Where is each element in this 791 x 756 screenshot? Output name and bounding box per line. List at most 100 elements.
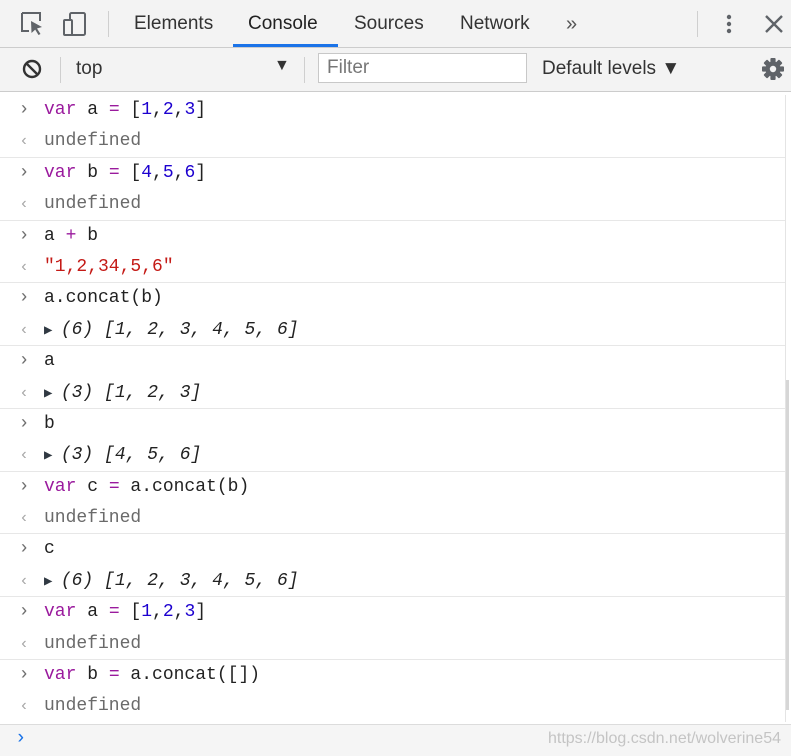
code-token: ] <box>287 319 299 340</box>
code-token: var <box>44 602 77 623</box>
code-token: = <box>108 665 120 686</box>
code-token: 4 <box>141 162 153 183</box>
code-token: , <box>158 382 180 403</box>
code-token: , <box>255 570 277 591</box>
input-prompt-icon: › <box>18 351 30 372</box>
toolbar-divider <box>60 57 61 83</box>
code-token: 6 <box>184 162 196 183</box>
console-input-row: › var a = [1,2,3] <box>0 95 785 126</box>
tab-sources[interactable]: Sources <box>354 0 424 47</box>
code-token: a.concat(b) <box>44 288 163 309</box>
console-prompt[interactable]: › https://blog.csdn.net/wolverine54 <box>0 724 791 756</box>
inspect-element-icon[interactable] <box>19 10 45 38</box>
console-result-value: undefined <box>44 691 141 722</box>
result-arrow-icon: ‹ <box>19 571 29 590</box>
expand-triangle-icon[interactable]: ▶ <box>44 386 61 402</box>
context-dropdown-icon[interactable]: ▼ <box>274 57 290 75</box>
code-token: 1 <box>141 602 153 623</box>
code-token: undefined <box>44 131 142 152</box>
expand-triangle-icon[interactable]: ▶ <box>44 574 61 590</box>
console-result-row[interactable]: ‹ ▶ (3) [1, 2, 3] <box>0 378 785 409</box>
console-result-value: undefined <box>44 126 141 157</box>
expand-triangle-icon[interactable]: ▶ <box>44 448 61 464</box>
input-prompt-icon: › <box>18 665 30 686</box>
tab-console[interactable]: Console <box>248 0 318 47</box>
code-token: [ <box>119 602 142 623</box>
tab-network[interactable]: Network <box>460 0 530 47</box>
result-arrow-icon: ‹ <box>19 320 29 339</box>
code-token: [ <box>119 100 142 120</box>
code-token: 4 <box>114 445 126 466</box>
gear-icon[interactable] <box>760 55 786 83</box>
console-result-value: undefined <box>44 189 141 220</box>
console-messages[interactable]: › var a = [1,2,3] ‹ undefined › var b = [4,5,… <box>0 95 786 722</box>
code-token: , <box>125 319 148 340</box>
code-token: a <box>44 351 55 372</box>
device-toolbar-icon[interactable] <box>62 10 88 38</box>
code-token: , <box>125 570 148 591</box>
more-tabs-button[interactable]: » <box>566 13 577 36</box>
code-token: , <box>190 319 213 340</box>
result-arrow-icon: ‹ <box>19 446 29 465</box>
console-result-row[interactable]: ‹ ▶ (6) [1, 2, 3, 4, 5, 6] <box>0 315 785 347</box>
code-token: , <box>255 319 277 340</box>
code-token: c <box>44 539 55 560</box>
result-arrow-icon: ‹ <box>19 257 29 276</box>
more-vert-icon[interactable] <box>716 10 742 38</box>
result-arrow-icon: ‹ <box>19 509 29 528</box>
code-token: 6 <box>276 319 288 340</box>
code-token: a.concat(b) <box>119 476 250 497</box>
result-arrow-icon: ‹ <box>19 634 29 653</box>
code-token: 3 <box>179 382 191 403</box>
input-prompt-icon: › <box>18 602 30 623</box>
console-input-row: › var b = a.concat([]) <box>0 660 785 691</box>
code-token: , <box>152 162 163 183</box>
input-prompt-icon: › <box>18 539 30 560</box>
code-token: 2 <box>162 100 174 120</box>
code-token: c <box>76 476 109 497</box>
code-token: b <box>76 162 109 183</box>
console-input-code: c <box>44 534 55 565</box>
filter-input[interactable] <box>318 53 527 83</box>
code-token: a <box>44 225 66 246</box>
clear-console-icon[interactable] <box>19 55 45 83</box>
context-selector[interactable]: top <box>76 58 102 80</box>
tab-elements[interactable]: Elements <box>134 0 213 47</box>
console-result-row[interactable]: ‹ ▶ (3) [4, 5, 6] <box>0 440 785 472</box>
code-token: 2 <box>147 382 159 403</box>
input-prompt-icon: › <box>18 100 30 120</box>
close-icon[interactable] <box>761 10 787 38</box>
code-token: var <box>44 162 77 183</box>
console-result-row[interactable]: ‹ ▶ (6) [1, 2, 3, 4, 5, 6] <box>0 566 785 598</box>
code-token: , <box>125 382 148 403</box>
console-toolbar: top ▼ Default levels ▼ <box>0 48 791 92</box>
watermark: https://blog.csdn.net/wolverine54 <box>547 730 781 747</box>
code-token: 2 <box>147 570 159 591</box>
console-input-row: › a <box>0 346 785 377</box>
expand-triangle-icon[interactable]: ▶ <box>44 323 61 339</box>
code-token: , <box>222 319 245 340</box>
console-input-code: b <box>44 409 55 440</box>
code-token: undefined <box>44 194 142 215</box>
code-token: 1 <box>114 570 126 591</box>
code-token: = <box>108 100 120 120</box>
code-token: ] <box>190 382 202 403</box>
console-input-row: › var a = [1,2,3] <box>0 597 785 628</box>
code-token: undefined <box>44 696 142 717</box>
code-token: (6) [ <box>60 319 115 340</box>
code-token: b <box>44 413 55 434</box>
log-levels-dropdown[interactable]: Default levels ▼ <box>542 58 680 80</box>
console-input-code: a <box>44 346 55 377</box>
code-token: 1 <box>114 382 126 403</box>
console-result-value: ▶ (3) [4, 5, 6] <box>44 440 201 472</box>
code-token: 4 <box>212 570 223 591</box>
console-input-code: var a = [1,2,3] <box>44 597 206 628</box>
code-token: var <box>44 476 77 497</box>
code-token: 3 <box>184 602 196 623</box>
console-result-row: ‹ undefined <box>0 691 785 722</box>
console-input-row: › var c = a.concat(b) <box>0 472 785 503</box>
code-token: 6 <box>276 570 288 591</box>
console-scrollbar[interactable] <box>786 380 789 710</box>
code-token: = <box>108 602 120 623</box>
console-result-value: ▶ (3) [1, 2, 3] <box>44 378 201 410</box>
